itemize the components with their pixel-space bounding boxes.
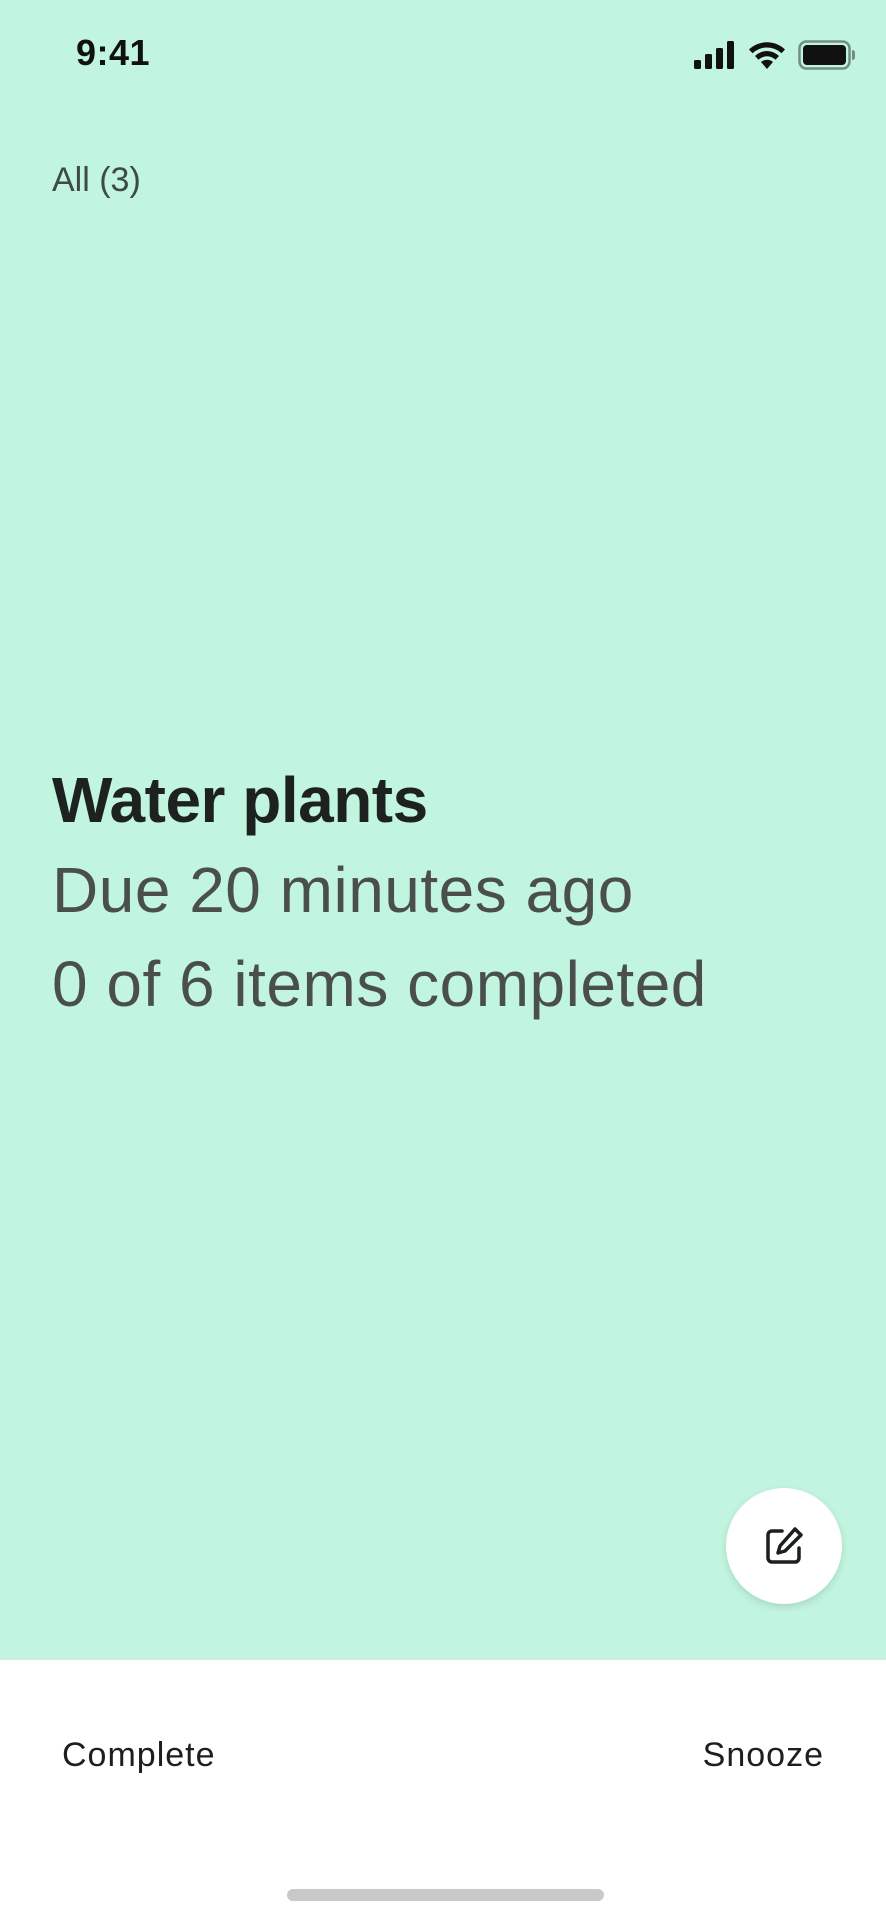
task-title: Water plants [52, 764, 428, 836]
bottom-action-bar: Complete Snooze [0, 1659, 886, 1920]
snooze-button[interactable]: Snooze [703, 1736, 824, 1775]
edit-button[interactable] [726, 1488, 842, 1604]
home-indicator[interactable] [287, 1889, 604, 1901]
status-icons [694, 38, 856, 72]
task-details: Water plants Due 20 minutes ago 0 of 6 i… [52, 760, 852, 1032]
filter-all-label[interactable]: All (3) [52, 161, 141, 200]
cellular-signal-icon [694, 41, 734, 69]
wifi-icon [749, 42, 785, 69]
task-card: 9:41 All (3) Water plants Due 20 minutes [0, 0, 886, 1659]
task-due-text: Due 20 minutes ago [52, 854, 634, 926]
status-bar: 9:41 [0, 0, 886, 110]
complete-button[interactable]: Complete [62, 1736, 216, 1775]
battery-icon [798, 40, 855, 70]
edit-icon [766, 1527, 803, 1564]
status-time: 9:41 [76, 32, 151, 73]
task-progress-text: 0 of 6 items completed [52, 948, 707, 1020]
